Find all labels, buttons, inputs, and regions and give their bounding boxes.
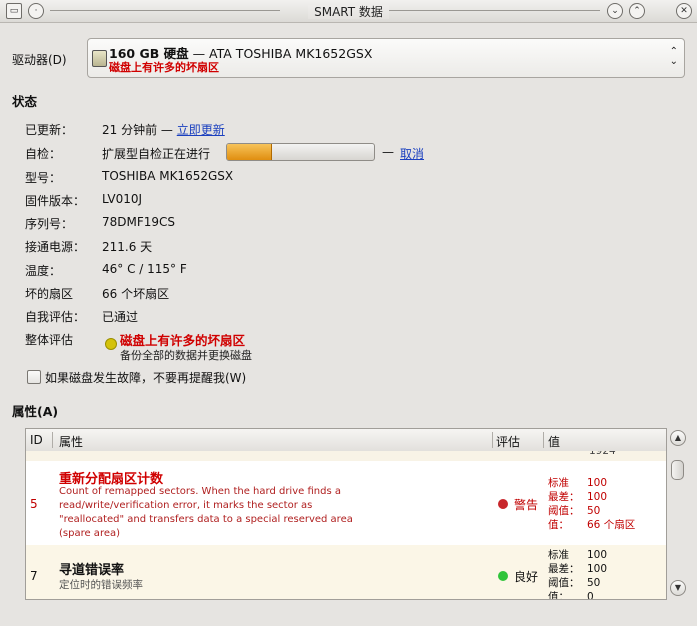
cancel-link[interactable]: 取消 (400, 145, 424, 162)
column-value[interactable]: 值 (548, 433, 560, 450)
selftest-value: 扩展型自检正在进行 (102, 147, 211, 161)
scroll-down-icon[interactable]: ▼ (670, 580, 686, 596)
drive-combobox[interactable]: 160 GB 硬盘 — ATA TOSHIBA MK1652GSX 磁盘上有许多… (87, 38, 685, 78)
row-name: 寻道错误率 (59, 563, 125, 578)
row-assessment: 警告 (514, 498, 539, 512)
temperature-value: 46° C / 115° F (102, 262, 187, 276)
table-row-partial[interactable]: 1924 (26, 451, 666, 461)
minimize-icon[interactable]: ⌄ (607, 3, 623, 19)
row-values: 标准 100 最差： 100 阈值： 50 值： 0 (548, 549, 608, 600)
attributes-heading: 属性(A) (12, 404, 59, 419)
selftest-dash: — (382, 145, 394, 159)
model-label: 型号： (25, 171, 62, 185)
overall-status-icon (105, 338, 117, 350)
self-assessment-label: 自我评估： (25, 310, 86, 324)
row-description: Count of remapped sectors. When the hard… (59, 486, 353, 539)
table-row[interactable]: 5 重新分配扇区计数 Count of remapped sectors. Wh… (26, 461, 666, 545)
row-description: 定位时的错误频率 (59, 579, 143, 591)
column-assessment[interactable]: 评估 (496, 433, 520, 450)
status-warning-icon (498, 499, 508, 509)
scroll-up-icon[interactable]: ▲ (670, 430, 686, 446)
drive-label: 驱动器(D) (12, 53, 67, 67)
temperature-label: 温度： (25, 264, 62, 278)
column-separator (52, 432, 53, 448)
table-header: ID 属性 评估 值 (26, 429, 666, 452)
table-row[interactable]: 7 寻道错误率 定位时的错误频率 良好 标准 100 最差： 100 阈值： 50 值… (26, 545, 666, 600)
close-icon[interactable]: ✕ (676, 3, 692, 19)
row-values: 标准 100 最差： 100 阈值： 50 值： 66 个扇区 (548, 477, 636, 531)
bad-sectors-value: 66 个坏扇区 (102, 287, 170, 301)
attributes-table: ID 属性 评估 值 1924 5 重新分配扇区计数 Count of rema… (25, 428, 667, 600)
column-attribute[interactable]: 属性 (59, 433, 83, 450)
column-separator (492, 432, 493, 448)
column-id[interactable]: ID (30, 433, 43, 447)
selftest-label: 自检： (25, 147, 62, 161)
updated-label: 已更新： (25, 123, 74, 137)
scroll-thumb[interactable] (671, 460, 684, 480)
serial-label: 序列号： (25, 217, 74, 231)
chevron-updown-icon: ⌃ ⌄ (669, 46, 678, 67)
partial-value: 1924 (589, 451, 616, 457)
power-on-label: 接通电源： (25, 240, 86, 254)
maximize-icon[interactable]: ⌃ (629, 3, 645, 19)
column-separator (543, 432, 544, 448)
harddisk-icon (92, 50, 107, 67)
window-title: SMART 数据 (0, 3, 697, 20)
dont-remind-checkbox[interactable] (27, 370, 41, 384)
progress-fill (227, 144, 273, 160)
update-now-link[interactable]: 立即更新 (177, 123, 225, 137)
status-heading: 状态 (12, 94, 38, 109)
overall-label: 整体评估 (25, 333, 74, 347)
self-assessment-value: 已通过 (102, 310, 139, 324)
firmware-value: LV010J (102, 192, 143, 206)
firmware-label: 固件版本： (25, 194, 86, 208)
drive-warning: 磁盘上有许多的坏扇区 (109, 61, 219, 74)
updated-value: 21 分钟前 — 立即更新 (102, 123, 225, 137)
row-assessment: 良好 (514, 570, 539, 584)
overall-subtitle: 备份全部的数据并更换磁盘 (120, 349, 252, 362)
row-id: 5 (30, 497, 38, 511)
status-good-icon (498, 571, 508, 581)
vertical-scrollbar[interactable]: ▲ ▼ (668, 428, 686, 598)
dont-remind-label[interactable]: 如果磁盘发生故障，不要再提醒我(W) (45, 369, 246, 386)
row-id: 7 (30, 569, 38, 583)
title-bar: ▭ · SMART 数据 ⌄ ⌃ ✕ (0, 0, 697, 23)
selftest-progress (226, 143, 375, 161)
bad-sectors-label: 坏的扇区 (25, 287, 74, 301)
model-value: TOSHIBA MK1652GSX (102, 169, 234, 183)
serial-value: 78DMF19CS (102, 215, 176, 229)
power-on-value: 211.6 天 (102, 240, 153, 254)
